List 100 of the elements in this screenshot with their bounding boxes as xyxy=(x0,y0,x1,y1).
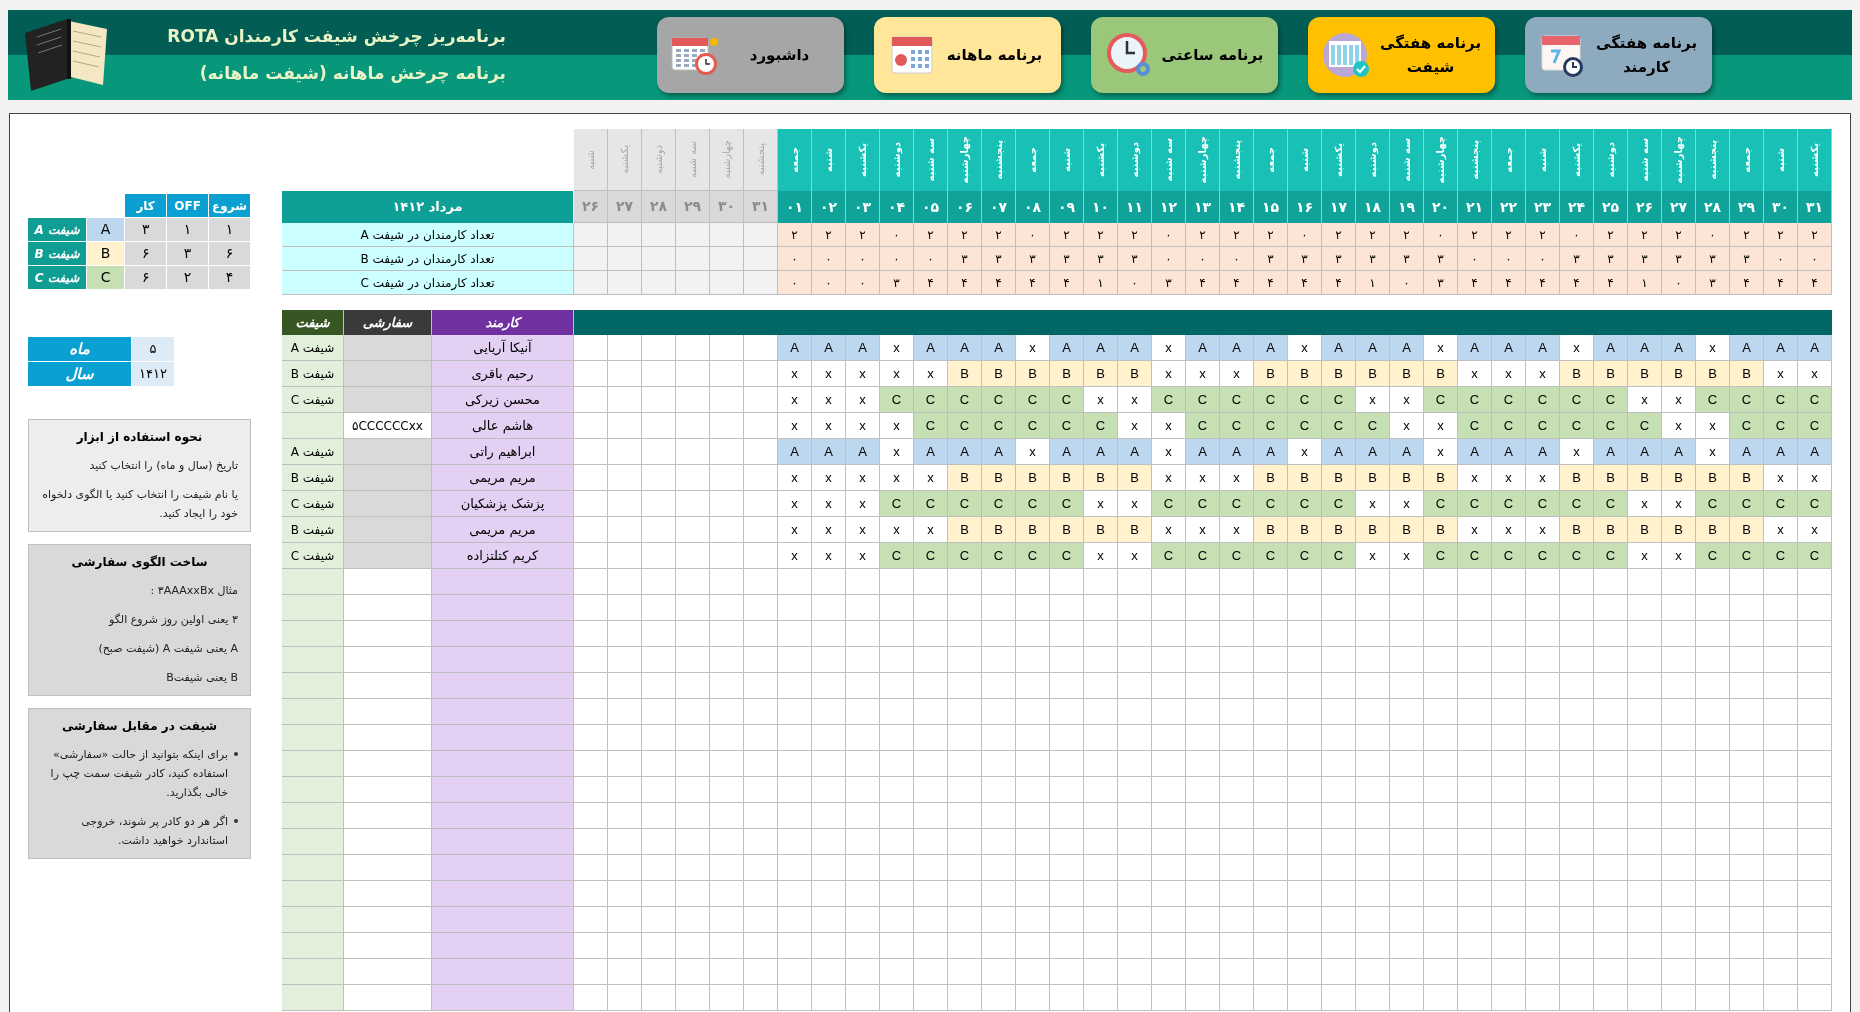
shift-name-cell: شیفت C xyxy=(282,491,344,517)
shift-cell: B xyxy=(1628,465,1662,491)
day-number: ۲۹ xyxy=(1730,191,1764,223)
day-name: پنجشنبه xyxy=(1696,129,1730,191)
shift-cell: x xyxy=(1662,413,1696,439)
shift-cell: A xyxy=(1730,335,1764,361)
shift-cell: A xyxy=(1186,439,1220,465)
shift-cell: A xyxy=(1220,335,1254,361)
shift-cell: C xyxy=(948,413,982,439)
shift-cell: x xyxy=(1424,335,1458,361)
shift-cell: C xyxy=(914,491,948,517)
shift-cell: C xyxy=(1526,491,1560,517)
employee-name: آنیکا آریایی xyxy=(432,335,574,361)
shift-cell: B xyxy=(1118,465,1152,491)
period-label: ماه xyxy=(28,337,131,362)
count-cell: ۰ xyxy=(846,271,880,295)
shift-cell: A xyxy=(1084,439,1118,465)
nav-button[interactable]: برنامه هفتگی کارمند xyxy=(1525,17,1712,93)
count-cell: ۲ xyxy=(1594,223,1628,247)
day-name: شنبه xyxy=(1764,129,1798,191)
shift-cell: x xyxy=(880,361,914,387)
period-value[interactable]: ۵ xyxy=(131,337,174,362)
shift-cell: x xyxy=(1220,517,1254,543)
nav-button[interactable]: برنامه ماهانه xyxy=(874,17,1061,93)
table-cell: ۲ xyxy=(167,266,210,290)
shift-cell: x xyxy=(812,361,846,387)
shift-cell: x xyxy=(1798,517,1832,543)
shift-cell: C xyxy=(880,543,914,569)
shift-cell: B xyxy=(1560,465,1594,491)
shift-cell: B xyxy=(1594,361,1628,387)
help-text: اگر هر دو کادر پر شوند، خروجی استاندارد خواهید داشت. xyxy=(80,814,228,849)
day-name: پنجشنبه xyxy=(982,129,1016,191)
shift-cell: B xyxy=(1594,517,1628,543)
shift-cell: C xyxy=(982,387,1016,413)
day-name: سه شنبه xyxy=(1390,129,1424,191)
shift-cell: x xyxy=(914,361,948,387)
summary-label: تعداد کارمندان در شیفت A xyxy=(282,223,574,247)
day-number: ۱۲ xyxy=(1152,191,1186,223)
shift-cell: A xyxy=(1526,335,1560,361)
table-cell: ۶ xyxy=(125,266,168,290)
count-cell: ۴ xyxy=(948,271,982,295)
employee-name: مریم مریمی xyxy=(432,517,574,543)
shift-cell: C xyxy=(1526,543,1560,569)
shift-cell: x xyxy=(1186,517,1220,543)
shift-cell: C xyxy=(1560,413,1594,439)
shift-cell: A xyxy=(1458,439,1492,465)
count-cell: ۳ xyxy=(1356,247,1390,271)
count-cell: ۰ xyxy=(1390,271,1424,295)
count-cell: ۴ xyxy=(914,271,948,295)
day-number: ۲۳ xyxy=(1526,191,1560,223)
summary-label: تعداد کارمندان در شیفت B xyxy=(282,247,574,271)
shift-name-cell: شیفت A xyxy=(282,439,344,465)
day-name: دوشنبه xyxy=(880,129,914,191)
day-number: ۱۹ xyxy=(1390,191,1424,223)
shift-cell: x xyxy=(1764,517,1798,543)
period-value[interactable]: ۱۴۱۲ xyxy=(131,362,174,387)
day-number: ۰۲ xyxy=(812,191,846,223)
shift-cell: B xyxy=(1390,517,1424,543)
day-number: ۳۰ xyxy=(710,191,744,223)
count-cell: ۰ xyxy=(880,247,914,271)
nav-button[interactable]: داشبورد xyxy=(657,17,844,93)
shift-cell: x xyxy=(1118,387,1152,413)
shift-cell: x xyxy=(1220,465,1254,491)
shift-cell: C xyxy=(1764,491,1798,517)
shift-name-cell: شیفت A xyxy=(282,335,344,361)
shift-cell: A xyxy=(1764,439,1798,465)
shift-cell: C xyxy=(1798,491,1832,517)
shift-label: شیفت C xyxy=(28,266,88,290)
day-name: جمعه xyxy=(1254,129,1288,191)
shift-cell: B xyxy=(948,361,982,387)
shift-cell: C xyxy=(982,413,1016,439)
day-number: ۰۱ xyxy=(778,191,812,223)
shift-cell: C xyxy=(1764,543,1798,569)
count-cell: ۰ xyxy=(1696,223,1730,247)
shift-cell: x xyxy=(846,361,880,387)
nav-button[interactable]: برنامه هفتگی شیفت xyxy=(1308,17,1495,93)
day-name: چهارشنبه xyxy=(1662,129,1696,191)
shift-cell: B xyxy=(1288,361,1322,387)
day-number: ۲۶ xyxy=(574,191,608,223)
count-cell: ۰ xyxy=(1118,271,1152,295)
shift-cell: A xyxy=(982,439,1016,465)
shift-cell: C xyxy=(1220,491,1254,517)
shift-cell: C xyxy=(1322,491,1356,517)
shift-name-cell: شیفت C xyxy=(282,387,344,413)
shift-cell: B xyxy=(1254,361,1288,387)
day-name: دوشنبه xyxy=(642,129,676,191)
nav-button[interactable]: برنامه ساعتی xyxy=(1091,17,1278,93)
day-number: ۲۰ xyxy=(1424,191,1458,223)
shift-cell: C xyxy=(1016,491,1050,517)
help-title: شیفت در مقابل سفارشی xyxy=(60,718,219,735)
shift-cell: C xyxy=(1186,413,1220,439)
help-text: تاریخ (سال و ماه) را انتخاب کنید xyxy=(88,458,238,474)
day-number: ۲۸ xyxy=(642,191,676,223)
shift-cell: B xyxy=(1662,517,1696,543)
shift-cell: x xyxy=(1152,465,1186,491)
shift-cell: C xyxy=(1730,491,1764,517)
shift-cell: B xyxy=(1288,517,1322,543)
shift-cell: C xyxy=(982,491,1016,517)
shift-cell: B xyxy=(1662,361,1696,387)
month-title: مرداد ۱۴۱۲ xyxy=(282,191,574,223)
